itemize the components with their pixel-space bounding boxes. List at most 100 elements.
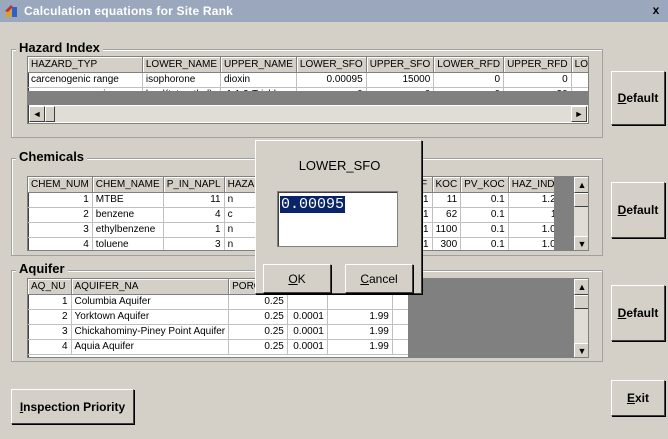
- scroll-right-icon[interactable]: ►: [571, 106, 587, 122]
- table-cell[interactable]: benzene: [92, 207, 164, 223]
- scroll-down-icon[interactable]: ▼: [574, 236, 588, 250]
- scroll-down-icon[interactable]: ▼: [574, 343, 588, 357]
- table-cell[interactable]: 0.0001: [287, 309, 328, 325]
- table-cell[interactable]: 0.0001: [287, 324, 328, 340]
- column-header[interactable]: PV_KOC: [460, 177, 509, 193]
- table-row[interactable]: 1620.111: [418, 207, 566, 223]
- table-cell[interactable]: MTBE: [92, 192, 164, 208]
- table-cell[interactable]: 2: [28, 309, 72, 325]
- table-cell[interactable]: 0.25: [228, 339, 288, 355]
- table-cell[interactable]: 0.1: [460, 192, 509, 208]
- table-cell[interactable]: 1.99: [327, 339, 393, 355]
- table-cell[interactable]: Chickahominy-Piney Point Aquifer: [71, 324, 230, 340]
- column-header[interactable]: HAZARD_TYP: [28, 57, 143, 73]
- table-cell[interactable]: [327, 294, 393, 310]
- table-row[interactable]: 2Yorktown Aquifer0.250.00011.990.1: [28, 309, 433, 325]
- column-header[interactable]: UPPER_SFO: [366, 57, 435, 73]
- table-cell[interactable]: 4: [28, 339, 72, 355]
- vertical-scrollbar[interactable]: ▲ ▼: [574, 177, 588, 250]
- table-cell[interactable]: 1.99: [327, 309, 393, 325]
- scroll-thumb[interactable]: [45, 106, 55, 122]
- table-cell[interactable]: carcenogenic range: [28, 72, 143, 88]
- table-row[interactable]: 1 1100 0.1 1.03: [418, 222, 566, 238]
- column-header[interactable]: LOWER_RFD: [433, 57, 505, 73]
- column-header[interactable]: LOWER_NAME: [142, 57, 221, 73]
- table-cell[interactable]: 1.99: [327, 324, 393, 340]
- column-header[interactable]: CHEM_NUM: [28, 177, 93, 193]
- table-row[interactable]: 4Aquia Aquifer0.250.00011.990.1: [28, 339, 433, 355]
- scroll-left-icon[interactable]: ◄: [29, 106, 45, 122]
- table-cell[interactable]: Aquia Aquifer: [71, 339, 230, 355]
- table-cell[interactable]: 1: [28, 294, 72, 310]
- scroll-up-icon[interactable]: ▲: [574, 279, 588, 295]
- table-cell[interactable]: 1: [28, 192, 93, 208]
- table-cell[interactable]: Yorktown Aquifer: [71, 309, 230, 325]
- aquifer-default-button[interactable]: Default: [611, 285, 665, 341]
- table-cell[interactable]: 4: [163, 207, 225, 223]
- title-bar: Calculation equations for Site Rank x: [0, 0, 668, 22]
- table-cell[interactable]: 0.1: [460, 237, 509, 250]
- dialog-value-input[interactable]: 0.00095: [277, 191, 398, 247]
- inspection-priority-button[interactable]: Inspection Priority: [11, 389, 134, 424]
- cancel-button[interactable]: Cancel: [345, 264, 413, 293]
- table-cell[interactable]: 11: [571, 72, 588, 88]
- table-cell[interactable]: 0.00095: [296, 72, 367, 88]
- table-cell[interactable]: 1: [163, 222, 225, 238]
- table-cell[interactable]: 15000: [366, 72, 435, 88]
- exit-button[interactable]: Exit: [611, 380, 665, 416]
- hazard-default-button[interactable]: Default: [611, 71, 665, 125]
- table-row[interactable]: 4 toluene 3 n: [28, 237, 285, 250]
- table-cell[interactable]: 0.25: [228, 324, 288, 340]
- table-cell[interactable]: 0.1: [460, 207, 509, 223]
- hazard-index-grid[interactable]: HAZARD_TYP LOWER_NAME UPPER_NAME LOWER_S…: [27, 56, 589, 124]
- table-row[interactable]: 1 11 0.1 1.26: [418, 192, 566, 208]
- column-header[interactable]: KOC: [432, 177, 462, 193]
- table-cell[interactable]: 1100: [432, 222, 462, 238]
- column-header[interactable]: CHEM_NAME: [92, 177, 164, 193]
- table-row[interactable]: 2 benzene 4 c: [28, 207, 285, 223]
- table-row[interactable]: 1 300 0.1 1.06: [418, 237, 566, 250]
- chemicals-default-button[interactable]: Default: [611, 182, 665, 238]
- table-cell[interactable]: toluene: [92, 237, 164, 250]
- table-row[interactable]: 1 MTBE 11 n: [28, 192, 285, 208]
- table-cell[interactable]: 0.25: [228, 309, 288, 325]
- table-cell[interactable]: 3: [28, 324, 72, 340]
- table-cell[interactable]: [287, 294, 328, 310]
- column-header[interactable]: P_IN_NAPL: [163, 177, 225, 193]
- table-cell[interactable]: 3: [163, 237, 225, 250]
- table-cell[interactable]: 2: [28, 207, 93, 223]
- column-header[interactable]: AQUIFER_NA: [71, 279, 230, 295]
- table-cell[interactable]: ethylbenzene: [92, 222, 164, 238]
- table-cell[interactable]: 11: [163, 192, 225, 208]
- table-row[interactable]: 3 Chickahominy-Piney Point Aquifer 0.25 0.0…: [28, 324, 433, 340]
- table-cell[interactable]: 0: [433, 72, 505, 88]
- table-cell[interactable]: 0.25: [228, 294, 288, 310]
- table-row[interactable]: carcenogenic range isophorone dioxin 0.0…: [28, 72, 588, 88]
- table-cell[interactable]: 3: [28, 222, 93, 238]
- table-cell[interactable]: 300: [432, 237, 462, 250]
- ok-button[interactable]: OK: [263, 264, 331, 293]
- table-cell[interactable]: 11: [432, 192, 462, 208]
- scroll-thumb[interactable]: [574, 295, 588, 309]
- horizontal-scrollbar[interactable]: ◄ ►: [29, 106, 587, 122]
- table-row[interactable]: 1 Columbia Aquifer 0.25: [28, 294, 433, 310]
- column-header[interactable]: LOWER_RANG: [571, 57, 588, 73]
- table-cell[interactable]: 0.0001: [287, 339, 328, 355]
- table-cell[interactable]: 62: [432, 207, 462, 223]
- scroll-up-icon[interactable]: ▲: [574, 177, 588, 193]
- table-row[interactable]: 3 ethylbenzene 1 n: [28, 222, 285, 238]
- table-cell[interactable]: 4: [28, 237, 93, 250]
- vertical-scrollbar[interactable]: ▲ ▼: [574, 279, 588, 357]
- column-header[interactable]: UPPER_RFD: [503, 57, 572, 73]
- table-cell[interactable]: 0: [503, 72, 572, 88]
- scroll-thumb[interactable]: [574, 193, 588, 207]
- column-header[interactable]: LOWER_SFO: [296, 57, 367, 73]
- table-cell[interactable]: 0.1: [460, 222, 509, 238]
- table-cell[interactable]: Columbia Aquifer: [71, 294, 230, 310]
- table-cell[interactable]: isophorone: [142, 72, 221, 88]
- table-cell[interactable]: dioxin: [220, 72, 297, 88]
- selected-value-text: 0.00095: [280, 196, 346, 213]
- column-header[interactable]: UPPER_NAME: [220, 57, 297, 73]
- column-header[interactable]: AQ_NU: [28, 279, 72, 295]
- close-icon[interactable]: x: [648, 4, 664, 18]
